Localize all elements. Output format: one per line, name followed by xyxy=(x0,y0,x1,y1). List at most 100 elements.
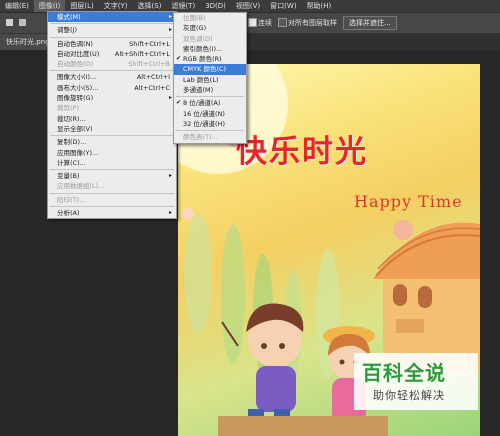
sample-all-layers-checkbox[interactable] xyxy=(278,18,287,27)
image-menu-item[interactable]: 图像旋转(G) ▸ xyxy=(48,93,176,103)
image-menu-item: 应用数据组(L)... xyxy=(48,181,176,191)
image-menu-item-label: 分析(A) xyxy=(57,209,80,218)
image-menu-item[interactable]: 自动对比度(U) Alt+Shift+Ctrl+L xyxy=(48,49,176,59)
image-menu-item-shortcut: Alt+Ctrl+I xyxy=(136,73,170,82)
menubar-item[interactable]: 编辑(E) xyxy=(0,0,34,12)
tool-preset-icon[interactable] xyxy=(6,19,13,26)
image-menu-item[interactable]: 画布大小(S)... Alt+Ctrl+C xyxy=(48,83,176,93)
menubar-item[interactable]: 帮助(H) xyxy=(302,0,337,12)
watermark-title: 百科全说 xyxy=(362,361,446,385)
mode-menu-item[interactable]: ✔ RGB 颜色(R) xyxy=(174,54,246,64)
mode-menu-item-label: 16 位/通道(N) xyxy=(183,109,225,118)
mode-menu-item-label: 32 位/通道(H) xyxy=(183,119,225,128)
contiguous-label: 连续 xyxy=(258,19,272,27)
mode-menu-item[interactable]: ✔ 8 位/通道(A) xyxy=(174,98,246,108)
menu-separator xyxy=(50,192,174,194)
mode-menu-item[interactable]: CMYK 颜色(C) xyxy=(174,64,246,75)
image-menu-item-label: 应用图像(Y)... xyxy=(57,148,99,157)
checkmark-icon: ✔ xyxy=(176,55,182,63)
menu-separator xyxy=(50,23,174,25)
menubar-item[interactable]: 窗口(W) xyxy=(265,0,301,12)
menubar-item[interactable]: 视图(V) xyxy=(231,0,265,12)
image-menu-item[interactable]: 调整(J) ▸ xyxy=(48,25,176,35)
mode-menu-item: 颜色表(T)... xyxy=(174,132,246,142)
sample-all-layers-label: 对所有图层取样 xyxy=(288,19,337,27)
image-menu-item-label: 变量(B) xyxy=(57,172,80,181)
mode-menu-item[interactable]: 多通道(M) xyxy=(174,85,246,95)
mode-menu-item[interactable]: 16 位/通道(N) xyxy=(174,109,246,119)
image-menu-item[interactable]: 模式(M) ▸ xyxy=(48,12,176,23)
mode-menu-item-label: Lab 颜色(L) xyxy=(183,75,219,84)
image-menu-item: 裁剪(P) xyxy=(48,103,176,113)
image-menu-item-label: 画布大小(S)... xyxy=(57,83,99,92)
artwork-title: 快乐时光 xyxy=(236,134,368,170)
image-menu-item-label: 调整(J) xyxy=(57,26,77,35)
image-menu-item-label: 复制(D)... xyxy=(57,138,87,147)
image-menu-item-shortcut: Alt+Ctrl+C xyxy=(134,83,170,92)
image-menu-item-label: 陷印(T)... xyxy=(57,195,86,204)
image-menu-item-label: 裁切(R)... xyxy=(57,114,86,123)
image-menu-item[interactable]: 自动色调(N) Shift+Ctrl+L xyxy=(48,39,176,49)
image-menu-item-label: 自动颜色(O) xyxy=(57,60,94,69)
image-menu-item[interactable]: 应用图像(Y)... xyxy=(48,148,176,158)
checkmark-icon: ✔ xyxy=(176,99,182,107)
watermark: 百科全说 助你轻松解决 xyxy=(354,353,478,410)
image-menu-item-label: 图像大小(I)... xyxy=(57,73,97,82)
menu-separator xyxy=(50,169,174,171)
image-menu-item[interactable]: 裁切(R)... xyxy=(48,114,176,124)
mode-menu-item-label: CMYK 颜色(C) xyxy=(183,65,227,74)
image-menu-item[interactable]: 分析(A) ▸ xyxy=(48,208,176,218)
watermark-subtitle: 助你轻松解决 xyxy=(373,389,445,402)
submenu-arrow-icon: ▸ xyxy=(168,26,172,34)
menu-separator xyxy=(50,135,174,137)
select-and-mask-button[interactable]: 选择并遮住... xyxy=(343,16,397,30)
image-menu-item-shortcut: Shift+Ctrl+L xyxy=(129,39,170,48)
image-menu-item-label: 裁剪(P) xyxy=(57,104,79,113)
submenu-arrow-icon: ▸ xyxy=(168,94,172,102)
submenu-arrow-icon: ▸ xyxy=(168,209,172,217)
image-menu-item-label: 计算(C)... xyxy=(57,158,86,167)
image-menu-item[interactable]: 显示全部(V) xyxy=(48,124,176,134)
image-menu-item-shortcut: Alt+Shift+Ctrl+L xyxy=(114,49,170,58)
menubar-item[interactable]: 3D(D) xyxy=(200,0,231,12)
mode-menu-item[interactable]: 索引颜色(I)... xyxy=(174,44,246,54)
contiguous-checkbox[interactable] xyxy=(248,18,257,27)
mode-menu-item-label: 位图(B) xyxy=(183,14,206,22)
mode-menu-item-label: 双色调(D) xyxy=(183,34,213,43)
mode-menu-item-label: 灰度(G) xyxy=(183,24,207,33)
mode-menu-item[interactable]: 灰度(G) xyxy=(174,23,246,33)
selection-mode-icon[interactable] xyxy=(19,19,26,26)
mode-menu-item: 位图(B) xyxy=(174,13,246,23)
menu-separator xyxy=(50,36,174,38)
image-menu: 模式(M) ▸ 调整(J) ▸ 自动色调(N) Shift+Ctrl+L 自动对比度(U) A… xyxy=(47,11,177,220)
submenu-arrow-icon: ▸ xyxy=(168,172,172,180)
image-menu-item-label: 自动色调(N) xyxy=(57,39,93,48)
mode-menu-item-label: 颜色表(T)... xyxy=(183,133,218,142)
image-menu-item-label: 应用数据组(L)... xyxy=(57,182,105,191)
image-menu-item[interactable]: 图像大小(I)... Alt+Ctrl+I xyxy=(48,72,176,82)
mode-menu-item-label: 多通道(M) xyxy=(183,86,214,95)
mode-menu-item-label: 索引颜色(I)... xyxy=(183,44,223,53)
artwork-subtitle: Happy Time xyxy=(354,192,463,211)
mode-menu-item-label: RGB 颜色(R) xyxy=(183,55,222,64)
menu-separator xyxy=(50,206,174,208)
menu-separator xyxy=(176,96,244,98)
image-menu-item: 自动颜色(O) Shift+Ctrl+B xyxy=(48,59,176,69)
mode-menu-item[interactable]: Lab 颜色(L) xyxy=(174,75,246,85)
image-menu-item-label: 自动对比度(U) xyxy=(57,49,100,58)
mode-menu-item: 双色调(D) xyxy=(174,34,246,44)
menu-separator xyxy=(176,130,244,132)
image-menu-item[interactable]: 复制(D)... xyxy=(48,137,176,147)
menu-separator xyxy=(50,70,174,72)
mode-menu-item[interactable]: 32 位/通道(H) xyxy=(174,119,246,129)
image-menu-item-label: 图像旋转(G) xyxy=(57,94,94,103)
image-menu-item-shortcut: Shift+Ctrl+B xyxy=(128,60,170,69)
submenu-arrow-icon: ▸ xyxy=(168,13,172,20)
mode-submenu: 位图(B) 灰度(G) 双色调(D) 索引颜色(I)... ✔ RGB 颜色(R) CMYK… xyxy=(173,12,247,144)
image-menu-item: 陷印(T)... xyxy=(48,195,176,205)
image-menu-item-label: 模式(M) xyxy=(57,13,81,21)
image-menu-item[interactable]: 变量(B) ▸ xyxy=(48,171,176,181)
image-menu-item-label: 显示全部(V) xyxy=(57,124,93,133)
mode-menu-item-label: 8 位/通道(A) xyxy=(183,99,221,108)
image-menu-item[interactable]: 计算(C)... xyxy=(48,158,176,168)
